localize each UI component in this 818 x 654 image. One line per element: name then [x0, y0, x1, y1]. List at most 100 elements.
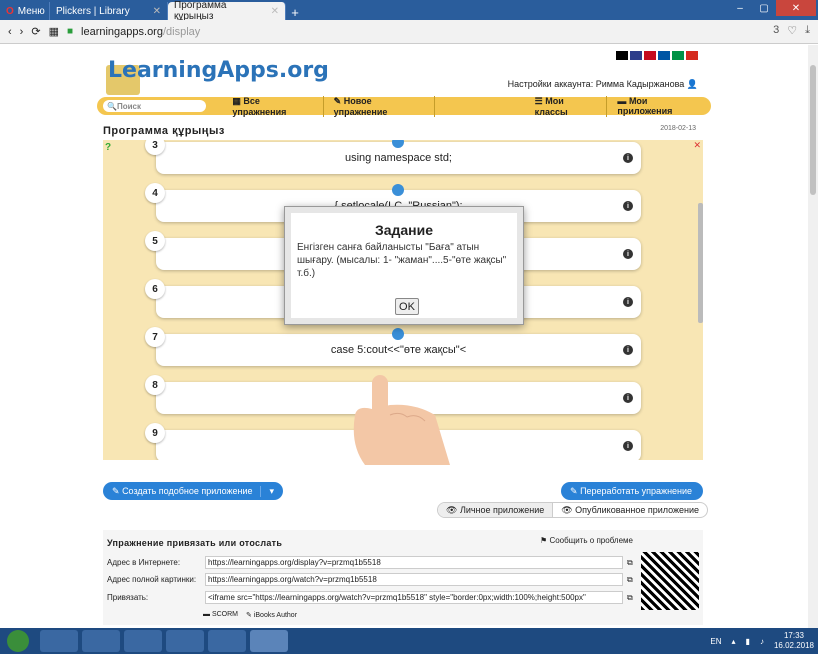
- dialog-title: Задание: [374, 222, 434, 238]
- main-menu: 🔍 Поиск ▦ Все упражнения ✎ Новое упражне…: [97, 95, 711, 117]
- flag-ru-icon[interactable]: [686, 51, 698, 60]
- report-problem-link[interactable]: ⚑ Сообщить о проблеме: [540, 536, 633, 545]
- flag-it-icon[interactable]: [672, 51, 684, 60]
- account-settings[interactable]: Настройки аккаунта: Римма Кадыржанова 👤: [508, 79, 698, 90]
- info-icon[interactable]: i: [623, 393, 633, 403]
- info-icon[interactable]: i: [623, 201, 633, 211]
- tab-menu[interactable]: O Меню: [0, 2, 50, 20]
- new-tab-button[interactable]: +: [286, 4, 304, 20]
- menu-new-exercise[interactable]: ✎ Новое упражнение: [324, 95, 435, 117]
- info-icon[interactable]: i: [623, 249, 633, 259]
- search-input[interactable]: 🔍 Поиск: [103, 100, 207, 112]
- ibooks-link[interactable]: ✎ iBooks Author: [246, 611, 297, 619]
- drag-handle[interactable]: [392, 184, 404, 196]
- pointer-hand-icon: [353, 375, 450, 465]
- copy-icon[interactable]: ⧉: [627, 575, 633, 585]
- minimize-button[interactable]: –: [728, 0, 752, 16]
- ok-button[interactable]: OK: [395, 298, 419, 315]
- info-icon[interactable]: i: [623, 153, 633, 163]
- media-player-icon[interactable]: [82, 630, 120, 652]
- heart-icon[interactable]: ♡: [787, 24, 797, 37]
- site-logo[interactable]: LearningApps.org: [108, 58, 329, 83]
- network-icon[interactable]: ▮: [746, 637, 750, 646]
- share-row-web: Адрес в Интернете: https://learningapps.…: [107, 556, 633, 569]
- paint-icon[interactable]: [208, 630, 246, 652]
- address-bar: ‹ › ⟳ ▦ ■ learningapps.org/display 3 ♡ ⤓: [0, 20, 818, 44]
- speed-dial-icon[interactable]: ▦: [49, 25, 59, 38]
- edit-icon: ✎: [112, 485, 120, 496]
- info-icon[interactable]: i: [623, 297, 633, 307]
- tray-arrow-icon[interactable]: ▴: [732, 637, 736, 646]
- share-title: Упражнение привязать или отослать: [107, 538, 283, 548]
- adblock-badge[interactable]: 3: [773, 24, 779, 37]
- pencil-icon: ✎: [570, 485, 578, 496]
- forward-icon[interactable]: ›: [20, 26, 24, 38]
- row-label: Привязать:: [107, 593, 149, 602]
- menu-my-apps[interactable]: ▬ Мои приложения: [607, 96, 711, 116]
- browser-tab-bar: O Меню Plickers | Library ✕ Программа құ…: [0, 0, 818, 22]
- tab-current[interactable]: Программа құрыңыз ✕: [168, 0, 286, 22]
- page-date: 2018-02-13: [660, 125, 696, 132]
- flag-es-icon[interactable]: [644, 51, 656, 60]
- rework-button[interactable]: ✎ Переработать упражнение: [561, 482, 703, 500]
- fullscreen-url-field[interactable]: https://learningapps.org/watch?v=przmq1b…: [205, 573, 623, 586]
- export-formats: ▬ SCORM ✎ iBooks Author: [203, 611, 297, 619]
- private-option[interactable]: 👁 Личное приложение: [438, 503, 554, 517]
- board-scrollbar[interactable]: [698, 203, 703, 323]
- row-number: 7: [145, 327, 165, 347]
- page-scrollbar[interactable]: [808, 45, 818, 628]
- close-tab-icon[interactable]: ✕: [153, 6, 161, 17]
- tab-plickers[interactable]: Plickers | Library ✕: [50, 2, 168, 20]
- row-label: Адрес в Интернете:: [107, 558, 181, 567]
- reload-icon[interactable]: ⟳: [31, 25, 40, 38]
- close-window-button[interactable]: ✕: [776, 0, 816, 16]
- back-icon[interactable]: ‹: [8, 26, 12, 38]
- lock-icon: ■: [66, 26, 74, 37]
- maximize-button[interactable]: ▢: [752, 0, 776, 16]
- create-similar-button[interactable]: ✎ Создать подобное приложение ▾: [103, 482, 283, 500]
- system-tray: EN ▴ ▮ ♪ 17:33 16.02.2018: [710, 628, 814, 654]
- tab-label: Меню: [17, 5, 45, 17]
- tab-label: Программа құрыңыз: [174, 0, 227, 22]
- flag-uk-icon[interactable]: [630, 51, 642, 60]
- info-icon[interactable]: i: [623, 441, 633, 451]
- close-tab-icon[interactable]: ✕: [271, 6, 279, 17]
- row-number: 8: [145, 375, 165, 395]
- download-icon[interactable]: ⤓: [805, 24, 810, 37]
- copy-icon[interactable]: ⧉: [627, 558, 633, 568]
- word-icon[interactable]: [124, 630, 162, 652]
- language-indicator[interactable]: EN: [710, 637, 721, 646]
- dialog-text: Енгізген санға байланысты "Баға" атын шы…: [297, 242, 507, 279]
- volume-icon[interactable]: ♪: [760, 637, 764, 646]
- share-row-full: Адрес полной картинки: https://learninga…: [107, 573, 633, 586]
- excel-icon[interactable]: [166, 630, 204, 652]
- embed-code-field[interactable]: <iframe src="https://learningapps.org/wa…: [205, 591, 623, 604]
- copy-icon[interactable]: ⧉: [627, 593, 633, 603]
- qr-code: [641, 552, 699, 610]
- help-icon[interactable]: ?: [105, 142, 111, 153]
- menu-all-exercises[interactable]: ▦ Все упражнения: [222, 95, 324, 117]
- start-button[interactable]: [0, 628, 36, 654]
- row-number: 6: [145, 279, 165, 299]
- user-icon: 👤: [686, 79, 698, 89]
- url-field[interactable]: https://learningapps.org/display?v=przmq…: [205, 556, 623, 569]
- drag-handle[interactable]: [392, 328, 404, 340]
- address-bar-actions: 3 ♡ ⤓: [773, 24, 810, 37]
- scorm-link[interactable]: ▬ SCORM: [203, 611, 238, 619]
- menu-my-classes[interactable]: ☰ Мои классы: [525, 95, 608, 117]
- row-label: Адрес полной картинки:: [107, 575, 197, 584]
- tab-label: Plickers | Library: [56, 5, 130, 17]
- opera-taskbar-icon[interactable]: [250, 630, 288, 652]
- task-dialog: Задание Енгізген санға байланысты "Баға"…: [284, 206, 524, 325]
- info-icon[interactable]: i: [623, 345, 633, 355]
- share-panel: Упражнение привязать или отослать ⚑ Сооб…: [103, 530, 703, 625]
- flag-de-icon[interactable]: [616, 51, 628, 60]
- url-field[interactable]: learningapps.org/display: [81, 26, 200, 38]
- page-title: Программа құрыңыз: [103, 125, 225, 137]
- fullscreen-icon[interactable]: ✕: [693, 140, 701, 151]
- explorer-icon[interactable]: [40, 630, 78, 652]
- dropdown-icon[interactable]: ▾: [260, 485, 274, 497]
- clock[interactable]: 17:33 16.02.2018: [774, 631, 814, 651]
- published-option[interactable]: 👁 Опубликованное приложение: [553, 503, 707, 517]
- flag-fr-icon[interactable]: [658, 51, 670, 60]
